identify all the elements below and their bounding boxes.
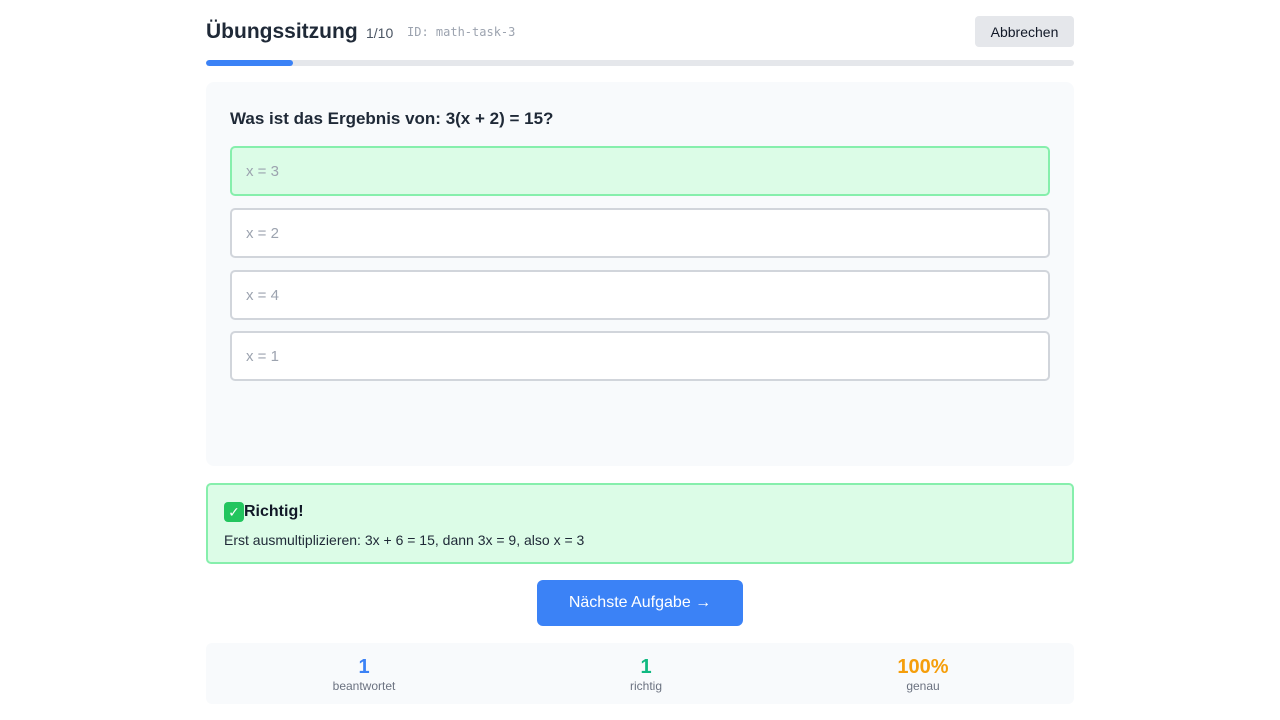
feedback-panel: ✓ Richtig! Erst ausmultiplizieren: 3x + 6… xyxy=(206,483,1074,564)
next-task-button[interactable]: Nächste Aufgabe → xyxy=(537,580,743,626)
answer-option-label: x = 3 xyxy=(246,163,279,180)
answer-option-label: x = 4 xyxy=(246,287,279,304)
answer-option-label: x = 2 xyxy=(246,225,279,242)
feedback-title: Richtig! xyxy=(244,503,304,520)
stat-label: genau xyxy=(906,679,940,693)
question-text: Was ist das Ergebnis von: 3(x + 2) = 15? xyxy=(230,109,554,128)
check-mark-icon: ✓ xyxy=(224,502,244,522)
stats-bar: 1 beantwortet 1 richtig 100% genau xyxy=(206,643,1074,704)
page-title: Übungssitzung xyxy=(206,20,358,43)
exercise-session: Übungssitzung 1/10 ID: math-task-3 Abbre… xyxy=(206,0,1074,720)
stat-accuracy: 100% genau xyxy=(843,656,1003,694)
session-header: Übungssitzung 1/10 ID: math-task-3 Abbre… xyxy=(206,16,1074,48)
answer-option[interactable]: x = 3 xyxy=(230,146,1050,196)
answer-option[interactable]: x = 1 xyxy=(230,331,1050,381)
question-counter: 1/10 xyxy=(366,25,394,41)
answer-option-label: x = 1 xyxy=(246,348,279,365)
stat-label: beantwortet xyxy=(332,679,396,693)
progress-bar xyxy=(206,60,1074,66)
feedback-explanation: Erst ausmultiplizieren: 3x + 6 = 15, dan… xyxy=(224,532,585,548)
stat-label: richtig xyxy=(629,679,662,693)
question-card: Was ist das Ergebnis von: 3(x + 2) = 15?… xyxy=(206,82,1074,466)
stat-correct: 1 richtig xyxy=(566,656,726,694)
stat-answered: 1 beantwortet xyxy=(284,656,444,694)
cancel-button[interactable]: Abbrechen xyxy=(975,16,1074,47)
answer-option[interactable]: x = 2 xyxy=(230,208,1050,258)
stat-value: 100% xyxy=(897,656,949,678)
answer-option[interactable]: x = 4 xyxy=(230,270,1050,320)
feedback-header: ✓ Richtig! xyxy=(224,502,304,524)
task-id: ID: math-task-3 xyxy=(407,25,516,39)
stat-value: 1 xyxy=(358,656,370,678)
progress-fill xyxy=(206,60,293,66)
stat-value: 1 xyxy=(640,656,652,678)
